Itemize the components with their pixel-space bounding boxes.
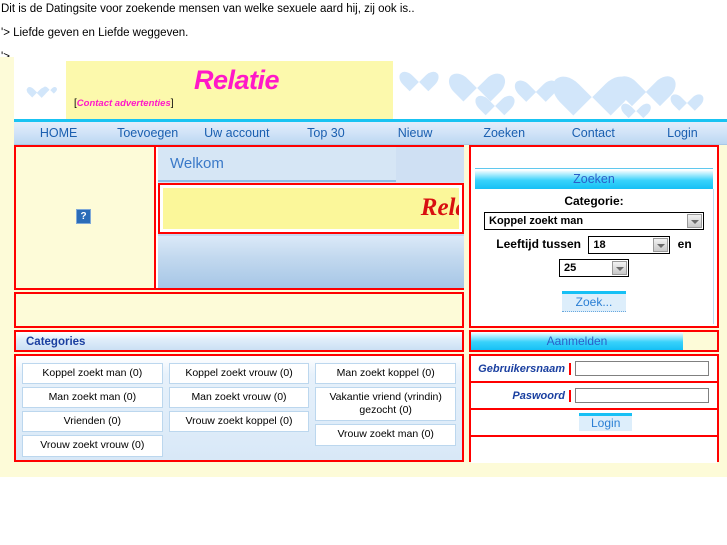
banner-title: Relatie — [194, 65, 280, 95]
heart-icon — [482, 87, 508, 111]
nav-item-nieuw[interactable]: Nieuw — [371, 126, 460, 140]
welcome-image-cell: ? — [16, 147, 156, 288]
category-item[interactable]: Vrouw zoekt man (0) — [315, 424, 457, 446]
welcome-header: Welkom — [158, 147, 464, 182]
category-item[interactable]: Man zoekt koppel (0) — [315, 363, 457, 385]
category-item[interactable]: Vrienden (0) — [22, 411, 163, 433]
banner-subtitle: [Contact advertenties] — [74, 98, 174, 109]
categories-column-3: Man zoekt koppel (0) Vakantie vriend (vr… — [315, 363, 457, 457]
search-panel: Zoeken Categorie: Koppel zoekt man Leeft… — [469, 145, 719, 328]
site-container: Relatie [Contact advertenties] HOME Toev… — [0, 57, 727, 477]
category-item[interactable]: Man zoekt vrouw (0) — [168, 387, 310, 409]
categories-heading: Categories — [26, 336, 86, 348]
categories-column-1: Koppel zoekt man (0) Man zoekt man (0) V… — [22, 363, 163, 457]
search-submit-button[interactable]: Zoek... — [561, 291, 627, 312]
login-password-label: Paswoord — [471, 389, 571, 402]
login-password-field-cell — [571, 387, 717, 405]
welcome-header-rule — [158, 180, 396, 182]
page-root: Dit is de Datingsite voor zoekende mense… — [0, 0, 727, 545]
login-heading: Aanmelden — [546, 334, 608, 348]
categories-columns: Koppel zoekt man (0) Man zoekt man (0) V… — [22, 363, 457, 457]
nav-item-contact[interactable]: Contact — [549, 126, 638, 140]
login-password-row: Paswoord — [471, 383, 717, 410]
left-spacer-panel — [14, 292, 464, 328]
welcome-body: Welkom Relatie — [158, 147, 464, 288]
login-header-band: Aanmelden — [471, 332, 683, 350]
login-submit-row: Login — [471, 410, 717, 437]
nav-item-home[interactable]: HOME — [14, 126, 103, 140]
category-item[interactable]: Vakantie vriend (vrindin) gezocht (0) — [315, 387, 457, 422]
category-item[interactable]: Man zoekt man (0) — [22, 387, 163, 409]
contact-advertenties-link[interactable]: Contact advertenties — [77, 98, 171, 109]
site-banner: Relatie [Contact advertenties] — [14, 57, 727, 119]
search-age-to-row: 25 — [475, 254, 713, 277]
heart-icon — [676, 87, 698, 107]
heart-icon — [626, 63, 666, 99]
welcome-header-right — [396, 147, 464, 182]
raw-text-line-2: '> Liefde geven en Liefde weggeven. — [1, 27, 189, 40]
heart-icon — [30, 83, 43, 95]
chevron-down-icon[interactable] — [612, 261, 627, 275]
search-category-label: Categorie: — [564, 194, 624, 208]
heart-icon — [406, 63, 432, 87]
banner-left-hearts — [14, 57, 66, 119]
nav-items: HOME Toevoegen Uw account Top 30 Nieuw Z… — [14, 122, 727, 144]
category-item[interactable]: Vrouw zoekt koppel (0) — [168, 411, 310, 433]
search-category-value: Koppel zoekt man — [489, 215, 584, 227]
nav-item-uw-account[interactable]: Uw account — [192, 126, 281, 140]
login-password-input[interactable] — [575, 387, 709, 403]
raw-text-block: Dit is de Datingsite voor zoekende mense… — [0, 0, 727, 65]
search-age-from-value: 18 — [593, 239, 606, 251]
welcome-heading: Welkom — [170, 155, 224, 172]
login-username-field-cell — [571, 360, 717, 378]
welcome-yellow-box: Relatie — [158, 183, 464, 234]
search-form: Categorie: Koppel zoekt man Leeftijd tus… — [475, 189, 714, 324]
search-header: Zoeken — [475, 170, 713, 189]
welcome-yellow-inner: Relatie — [163, 188, 459, 229]
heart-icon — [522, 71, 550, 97]
broken-image-icon: ? — [76, 209, 91, 224]
heart-icon — [626, 97, 646, 115]
heart-icon — [45, 84, 54, 92]
nav-item-zoeken[interactable]: Zoeken — [460, 126, 549, 140]
login-panel: Gebruikersnaam Paswoord Login — [469, 354, 719, 463]
search-category-select[interactable]: Koppel zoekt man — [484, 212, 704, 230]
chevron-down-icon[interactable] — [653, 238, 669, 252]
chevron-down-icon[interactable] — [687, 214, 702, 228]
heart-icon — [566, 59, 618, 107]
search-age-row: Leeftijd tussen 18 en — [475, 236, 713, 254]
login-header: Aanmelden — [469, 330, 719, 352]
login-submit-button[interactable]: Login — [579, 413, 633, 431]
login-username-input[interactable] — [575, 360, 709, 376]
main-navigation: HOME Toevoegen Uw account Top 30 Nieuw Z… — [14, 119, 727, 145]
search-panel-top-strip — [475, 150, 713, 169]
categories-body: Koppel zoekt man (0) Man zoekt man (0) V… — [14, 354, 464, 462]
category-item[interactable]: Koppel zoekt vrouw (0) — [168, 363, 310, 385]
nav-item-login[interactable]: Login — [638, 126, 727, 140]
welcome-blue-panel — [158, 236, 464, 288]
category-item[interactable]: Vrouw zoekt vrouw (0) — [22, 435, 163, 457]
categories-column-2: Koppel zoekt vrouw (0) Man zoekt vrouw (… — [168, 363, 310, 457]
banner-subtitle-close: ] — [170, 98, 174, 109]
search-age-label: Leeftijd tussen — [496, 237, 581, 251]
search-age-to-select[interactable]: 25 — [559, 259, 629, 277]
login-username-row: Gebruikersnaam — [471, 356, 717, 383]
nav-item-toevoegen[interactable]: Toevoegen — [103, 126, 192, 140]
categories-header: Categories — [14, 330, 464, 352]
login-submit-cell: Login — [571, 413, 717, 432]
raw-text-line-1: Dit is de Datingsite voor zoekende mense… — [1, 3, 415, 15]
search-age-and-label: en — [677, 237, 692, 251]
login-username-label: Gebruikersnaam — [471, 362, 571, 375]
login-panel-blank-row — [471, 437, 717, 463]
search-heading: Zoeken — [573, 172, 615, 186]
search-age-to-value: 25 — [564, 262, 577, 274]
nav-item-top-30[interactable]: Top 30 — [281, 126, 370, 140]
welcome-red-title: Relatie — [420, 194, 459, 221]
search-age-from-select[interactable]: 18 — [588, 236, 671, 254]
category-item[interactable]: Koppel zoekt man (0) — [22, 363, 163, 385]
welcome-panel: ? Welkom Relatie — [14, 145, 464, 290]
